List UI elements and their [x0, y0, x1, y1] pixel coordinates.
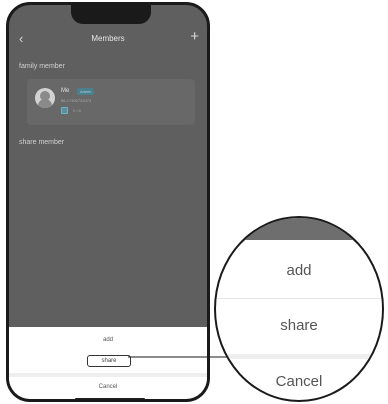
nav-bar: ‹ Members +	[9, 27, 207, 51]
zoom-divider	[216, 298, 382, 299]
zoom-cancel-option: Cancel	[275, 373, 323, 390]
share-member-label: share member	[19, 139, 65, 146]
sheet-add-option[interactable]: add	[9, 337, 207, 343]
sheet-separator	[9, 373, 207, 377]
phone-notch	[71, 5, 151, 24]
page-title: Members	[91, 34, 125, 43]
family-member-label: family member	[19, 63, 65, 70]
member-name: Me	[61, 88, 70, 94]
zoom-add-option: add	[286, 262, 312, 279]
admin-badge: Admin	[77, 88, 95, 95]
sheet-share-label: share	[101, 358, 117, 364]
zoom-callout: add share Cancel	[214, 216, 384, 402]
device-icon	[61, 107, 68, 114]
member-id: 86-17492733473	[61, 98, 92, 103]
action-sheet: add share Cancel	[9, 327, 207, 399]
phone-frame: ‹ Members + family member Me Admin 86-17…	[6, 2, 210, 402]
zoom-share-option: share	[280, 317, 318, 334]
sheet-cancel-option[interactable]: Cancel	[9, 384, 207, 390]
sheet-share-option[interactable]: share	[87, 355, 131, 367]
home-indicator	[75, 398, 145, 399]
member-card[interactable]: Me Admin 86-17492733473 0 / 8	[27, 79, 195, 125]
avatar	[35, 88, 55, 108]
add-member-icon[interactable]: +	[190, 28, 199, 45]
zoom-top-bar	[216, 218, 382, 240]
device-count: 0 / 8	[73, 108, 81, 113]
zoom-separator	[216, 354, 382, 359]
